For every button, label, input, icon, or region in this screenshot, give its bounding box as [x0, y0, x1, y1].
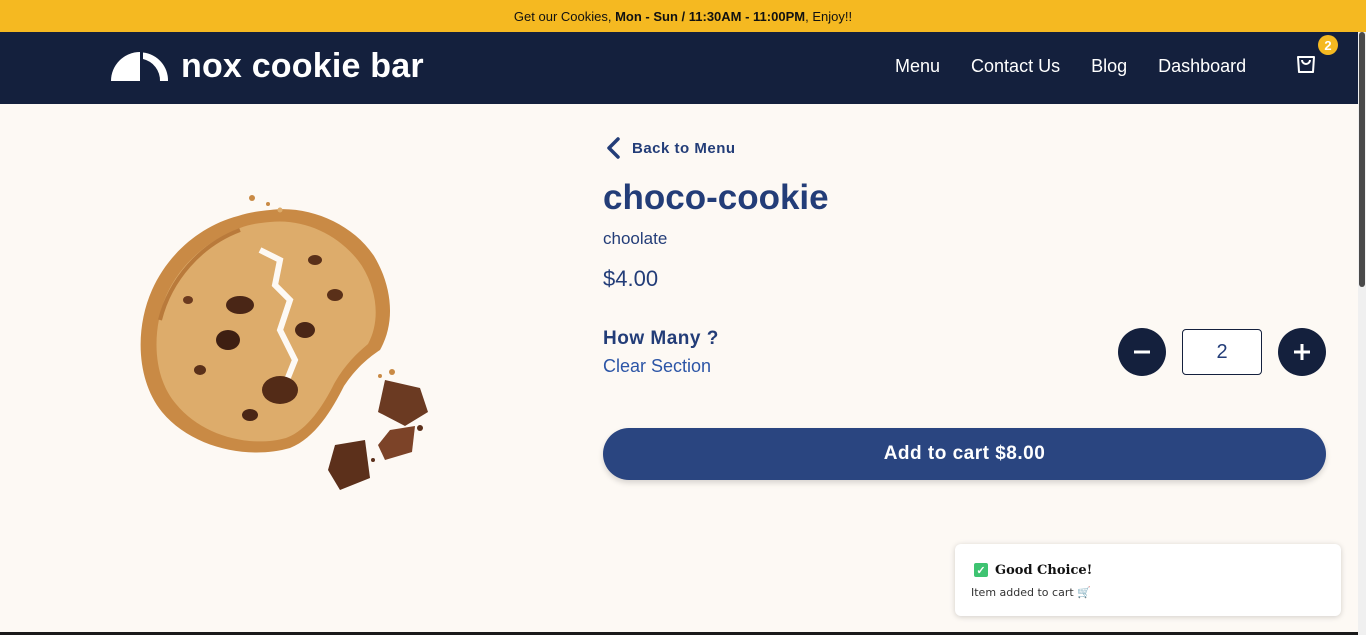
toast-message: Item added to cart 🛒 [971, 586, 1091, 599]
clear-section-link[interactable]: Clear Section [603, 356, 711, 377]
plus-icon [1294, 344, 1310, 360]
nav-links: Menu Contact Us Blog Dashboard [895, 56, 1277, 77]
nav-link-blog[interactable]: Blog [1091, 56, 1127, 77]
back-to-menu-label: Back to Menu [632, 139, 736, 157]
shopping-bag-icon[interactable] [1294, 51, 1318, 75]
quantity-label: How Many ? [603, 328, 719, 349]
header-nav: nox cookie bar Menu Contact Us Blog Dash… [0, 32, 1358, 104]
cookie-image [140, 195, 428, 490]
add-to-cart-button[interactable]: Add to cart $8.00 [603, 428, 1326, 480]
announcement-hours: Mon - Sun / 11:30AM - 11:00PM [615, 8, 806, 24]
nav-link-contact[interactable]: Contact Us [971, 56, 1060, 77]
logo-icon [111, 52, 169, 81]
decrease-quantity-button[interactable] [1118, 328, 1166, 376]
nav-link-dashboard[interactable]: Dashboard [1158, 56, 1246, 77]
announcement-bar: Get our Cookies, Mon - Sun / 11:30AM - 1… [0, 0, 1366, 32]
logo-text: nox cookie bar [181, 47, 424, 85]
increase-quantity-button[interactable] [1278, 328, 1326, 376]
chevron-left-icon [607, 137, 620, 159]
toast-notification[interactable]: ✓ Good Choice! Item added to cart 🛒 [955, 544, 1341, 616]
product-price: $4.00 [603, 266, 659, 291]
announcement-suffix: , Enjoy!! [805, 8, 853, 24]
product-flavor: choolate [603, 229, 668, 248]
nav-link-menu[interactable]: Menu [895, 56, 940, 77]
cart-count-badge: 2 [1318, 35, 1338, 55]
product-title: choco-cookie [603, 178, 829, 217]
toast-title: Good Choice! [995, 563, 1093, 578]
announcement-prefix: Get our Cookies, [513, 8, 612, 24]
logo[interactable]: nox cookie bar [111, 49, 424, 83]
quantity-input[interactable] [1182, 329, 1262, 375]
check-icon: ✓ [974, 563, 988, 577]
back-to-menu-link[interactable]: Back to Menu [606, 137, 736, 159]
scrollbar-thumb[interactable] [1359, 32, 1365, 287]
minus-icon [1134, 350, 1150, 354]
